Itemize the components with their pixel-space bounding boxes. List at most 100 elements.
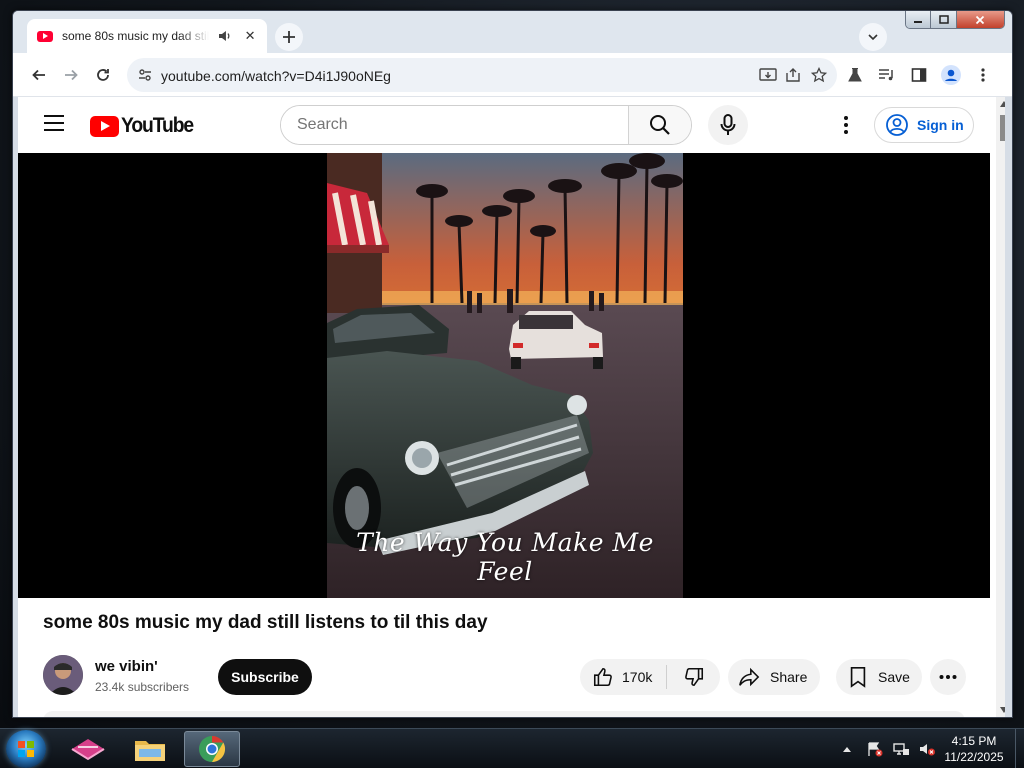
media-control-button[interactable] (875, 63, 899, 87)
scrollbar-thumb[interactable] (1000, 115, 1005, 141)
install-app-icon[interactable] (759, 67, 777, 83)
side-panel-button[interactable] (907, 63, 931, 87)
scroll-up-icon[interactable] (1000, 101, 1005, 107)
share-arrow-icon (739, 667, 760, 687)
voice-search-button[interactable] (708, 105, 748, 145)
browser-menu-button[interactable] (971, 63, 995, 87)
thumbs-down-icon (684, 667, 703, 687)
start-button[interactable] (6, 730, 46, 768)
flask-icon (848, 68, 862, 82)
video-player[interactable]: The Way You Make Me Feel (18, 153, 990, 598)
chevron-down-icon (868, 34, 878, 41)
arrow-left-icon (32, 69, 45, 81)
more-horizontal-icon (939, 675, 957, 679)
save-label: Save (878, 669, 910, 685)
plus-icon (283, 31, 295, 43)
youtube-masthead: YouTube Sign in (18, 97, 996, 153)
description-box[interactable] (43, 711, 965, 717)
close-window-button[interactable] (956, 11, 1004, 28)
page-scrollbar[interactable] (996, 97, 1005, 717)
subscriber-count: 23.4k subscribers (95, 680, 190, 694)
side-panel-icon (911, 68, 927, 82)
scroll-down-icon[interactable] (1000, 707, 1005, 713)
video-thumbnail-frame: The Way You Make Me Feel (327, 153, 683, 598)
browser-tab-active[interactable]: some 80s music my dad still listens to t… (27, 19, 267, 53)
search-input[interactable] (281, 106, 628, 144)
video-overlay-caption: The Way You Make Me Feel (356, 528, 654, 586)
youtube-favicon-icon (37, 30, 53, 42)
arrow-right-icon (65, 69, 78, 81)
network-icon[interactable] (892, 741, 910, 757)
like-button[interactable]: 170k (580, 659, 666, 695)
channel-name[interactable]: we vibin' (95, 658, 158, 675)
microphone-icon (720, 114, 736, 135)
playlist-music-icon (879, 69, 893, 81)
kebab-menu-icon (981, 68, 985, 82)
file-explorer-icon (135, 741, 165, 761)
profile-avatar-icon (941, 65, 961, 85)
taskbar-clock[interactable]: 4:15 PM 11/22/2025 (936, 733, 1012, 765)
save-button[interactable]: Save (836, 659, 922, 695)
youtube-logo[interactable]: YouTube (90, 114, 199, 138)
like-count: 170k (622, 669, 653, 685)
reload-icon (97, 69, 109, 81)
system-tray (842, 729, 936, 768)
search-button[interactable] (628, 106, 691, 144)
more-actions-button[interactable] (930, 659, 966, 695)
profile-button[interactable] (939, 63, 963, 87)
maximize-icon (938, 15, 949, 24)
channel-avatar-image (43, 655, 83, 695)
youtube-play-logo-icon (90, 115, 119, 137)
action-center-flag-icon[interactable] (866, 741, 884, 757)
subscribe-button[interactable]: Subscribe (218, 659, 312, 695)
reload-button[interactable] (91, 63, 115, 87)
thumbs-up-icon (593, 667, 612, 687)
browser-window: some 80s music my dad still listens to t… (12, 10, 1013, 718)
sign-in-label: Sign in (917, 117, 964, 133)
video-title: some 80s music my dad still listens to t… (43, 612, 488, 633)
share-label: Share (770, 669, 808, 685)
back-button[interactable] (27, 63, 51, 87)
speaker-audio-icon[interactable] (217, 28, 233, 44)
window-controls (905, 11, 1005, 29)
browser-toolbar: youtube.com/watch?v=D4i1J90oNEg (13, 53, 1012, 97)
minimize-icon (914, 20, 923, 23)
sign-in-button[interactable]: Sign in (874, 107, 974, 143)
show-desktop-button[interactable] (1015, 729, 1024, 768)
forward-button[interactable] (59, 63, 83, 87)
bookmark-star-icon[interactable] (811, 67, 827, 83)
tray-expand-icon[interactable] (842, 745, 852, 753)
tab-strip: some 80s music my dad still listens to t… (13, 11, 1012, 53)
account-circle-icon (886, 114, 908, 136)
search-icon (650, 115, 670, 135)
labs-button[interactable] (843, 63, 867, 87)
youtube-page: YouTube Sign in (18, 97, 1005, 717)
chrome-icon (199, 735, 226, 763)
bookmark-icon (850, 667, 866, 688)
channel-avatar[interactable] (43, 655, 83, 695)
app-launcher-icon (71, 739, 105, 761)
taskbar-file-explorer[interactable] (122, 731, 178, 767)
taskbar: 4:15 PM 11/22/2025 (0, 728, 1024, 768)
taskbar-app-launcher[interactable] (60, 731, 116, 767)
tab-close-icon[interactable]: ✕ (243, 28, 257, 44)
url-text[interactable]: youtube.com/watch?v=D4i1J90oNEg (161, 68, 391, 84)
clock-time: 4:15 PM (951, 734, 997, 748)
new-tab-button[interactable] (275, 23, 303, 51)
like-dislike-group: 170k (580, 659, 720, 695)
dislike-button[interactable] (667, 659, 720, 695)
share-page-icon[interactable] (785, 67, 801, 83)
taskbar-chrome[interactable] (184, 731, 240, 767)
settings-more-icon[interactable] (834, 113, 858, 137)
clock-date: 11/22/2025 (944, 750, 1004, 764)
address-bar[interactable]: youtube.com/watch?v=D4i1J90oNEg (127, 58, 837, 92)
maximize-button[interactable] (931, 11, 957, 28)
tab-search-button[interactable] (859, 23, 887, 51)
minimize-button[interactable] (906, 11, 932, 28)
volume-muted-icon[interactable] (918, 741, 936, 757)
youtube-logo-text: YouTube (121, 114, 194, 137)
share-button[interactable]: Share (728, 659, 820, 695)
site-info-icon[interactable] (137, 67, 153, 83)
youtube-search-box (280, 105, 692, 145)
hamburger-menu-icon[interactable] (44, 115, 64, 136)
